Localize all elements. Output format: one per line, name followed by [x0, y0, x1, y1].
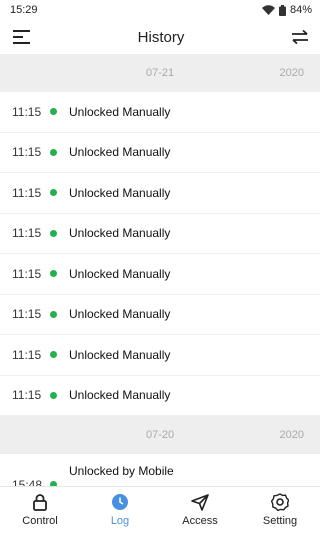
- tab-setting[interactable]: Setting: [240, 487, 320, 533]
- clock-icon: [111, 493, 129, 511]
- log-event: Unlocked Manually: [69, 307, 171, 322]
- list-item: 11:15 Unlocked Manually: [0, 173, 320, 214]
- log-time: 11:15: [12, 104, 42, 119]
- log-event: Unlocked Manually: [69, 104, 171, 119]
- page-title: History: [137, 28, 185, 46]
- status-bar: 15:29 84%: [0, 0, 320, 20]
- list-item: 11:15 Unlocked Manually: [0, 335, 320, 376]
- history-list[interactable]: 07-21 2020 11:15 Unlocked Manually 11:15…: [0, 54, 320, 486]
- log-time: 11:15: [12, 226, 42, 241]
- tab-label: Access: [182, 515, 218, 527]
- status-dot-icon: [50, 229, 57, 237]
- section-date: 07-21: [146, 67, 175, 79]
- log-time: 11:15: [12, 388, 42, 403]
- status-dot-icon: [50, 391, 57, 399]
- log-event: Unlocked Manually: [69, 266, 171, 281]
- section-header: 07-20 2020: [0, 416, 320, 454]
- tab-control[interactable]: Control: [0, 487, 80, 533]
- list-item: 11:15 Unlocked Manually: [0, 214, 320, 254]
- log-event: Unlocked Manually: [69, 226, 171, 241]
- log-event: Unlocked Manually: [69, 145, 171, 160]
- status-dot-icon: [50, 351, 57, 359]
- list-item: 11:15 Unlocked Manually: [0, 376, 320, 416]
- section-header: 07-21 2020: [0, 54, 320, 92]
- list-item: 11:15 Unlocked Manually: [0, 254, 320, 295]
- list-item: 11:15 Unlocked Manually: [0, 92, 320, 133]
- app-bar: History: [0, 20, 320, 54]
- menu-icon[interactable]: [10, 25, 34, 49]
- lock-icon: [33, 493, 47, 511]
- log-event: Unlocked Manually: [69, 185, 171, 200]
- status-dot-icon: [50, 189, 57, 197]
- status-time: 15:29: [10, 4, 38, 16]
- tab-access[interactable]: Access: [160, 487, 240, 533]
- status-dot-icon: [50, 310, 57, 318]
- status-dot-icon: [50, 148, 57, 156]
- log-time: 11:15: [12, 266, 42, 281]
- log-time: 11:15: [12, 185, 42, 200]
- list-item: 15:48 Unlocked by Mobile: [0, 454, 320, 486]
- log-time: 11:15: [12, 145, 42, 160]
- status-dot-icon: [50, 270, 57, 278]
- swap-icon[interactable]: [288, 25, 312, 49]
- section-date: 07-20: [146, 429, 175, 441]
- tab-label: Log: [110, 515, 130, 527]
- section-year: 2020: [279, 67, 304, 79]
- wifi-icon: [261, 5, 275, 15]
- section-year: 2020: [279, 429, 304, 441]
- battery-icon: [278, 4, 286, 16]
- list-item: 11:15 Unlocked Manually: [0, 133, 320, 173]
- send-icon: [191, 493, 209, 511]
- gear-icon: [271, 493, 289, 511]
- tab-label: Control: [22, 515, 58, 527]
- log-event: Unlocked Manually: [69, 347, 171, 362]
- status-dot-icon: [50, 108, 57, 116]
- battery-level: 84%: [289, 4, 312, 16]
- tab-log[interactable]: Log: [80, 487, 160, 533]
- list-item: 11:15 Unlocked Manually: [0, 295, 320, 335]
- tab-label: Setting: [262, 515, 298, 527]
- log-time: 15:48: [12, 478, 43, 486]
- log-time: 11:15: [12, 347, 42, 362]
- log-time: 11:15: [12, 307, 42, 322]
- bottom-nav: Control Log Access Setting: [0, 486, 320, 533]
- log-event: Unlocked Manually: [69, 388, 171, 403]
- status-icons: 84%: [261, 4, 312, 16]
- log-event: Unlocked by Mobile: [69, 464, 174, 478]
